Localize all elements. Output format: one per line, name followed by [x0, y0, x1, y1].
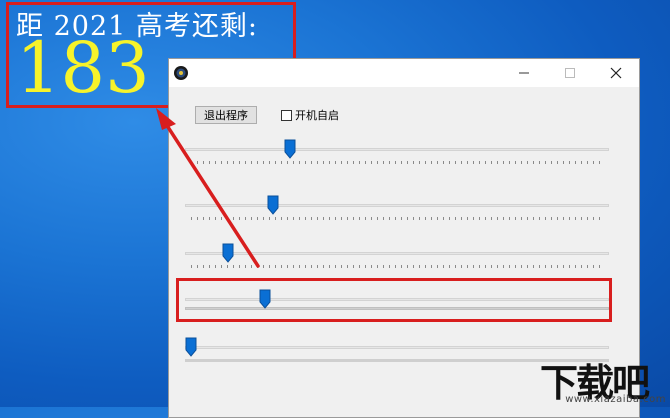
autostart-checkbox[interactable]: 开机自启	[281, 107, 339, 123]
app-icon	[174, 66, 188, 80]
slider-3[interactable]	[185, 243, 609, 273]
slider-thumb[interactable]	[259, 289, 271, 309]
autostart-checkbox-box[interactable]	[281, 109, 292, 121]
minimize-icon	[519, 72, 529, 74]
maximize-icon	[565, 68, 575, 78]
close-button[interactable]	[593, 59, 639, 87]
slider-ticks	[191, 217, 603, 220]
slider-track[interactable]	[185, 298, 609, 301]
slider-track[interactable]	[185, 252, 609, 255]
slider-track-lower	[185, 307, 609, 310]
countdown-days: 183	[16, 27, 150, 109]
slider-thumb[interactable]	[185, 337, 197, 357]
close-icon	[610, 67, 622, 79]
slider-2[interactable]	[185, 195, 609, 225]
autostart-label: 开机自启	[295, 109, 339, 122]
slider-4[interactable]	[185, 289, 609, 319]
watermark-url: www.xiazaiba.com	[565, 394, 666, 405]
minimize-button[interactable]	[501, 59, 547, 87]
slider-track[interactable]	[185, 148, 609, 151]
slider-track[interactable]	[185, 204, 609, 207]
slider-ticks	[191, 161, 603, 164]
slider-ticks	[191, 265, 603, 268]
watermark: 下载吧 www.xiazaiba.com	[532, 350, 670, 407]
title-bar[interactable]	[169, 59, 639, 87]
slider-thumb[interactable]	[222, 243, 234, 263]
maximize-button[interactable]	[547, 59, 593, 87]
slider-track[interactable]	[185, 346, 609, 349]
exit-program-button[interactable]: 退出程序	[195, 106, 257, 124]
slider-thumb[interactable]	[267, 195, 279, 215]
slider-thumb[interactable]	[284, 139, 296, 159]
slider-1[interactable]	[185, 139, 609, 169]
